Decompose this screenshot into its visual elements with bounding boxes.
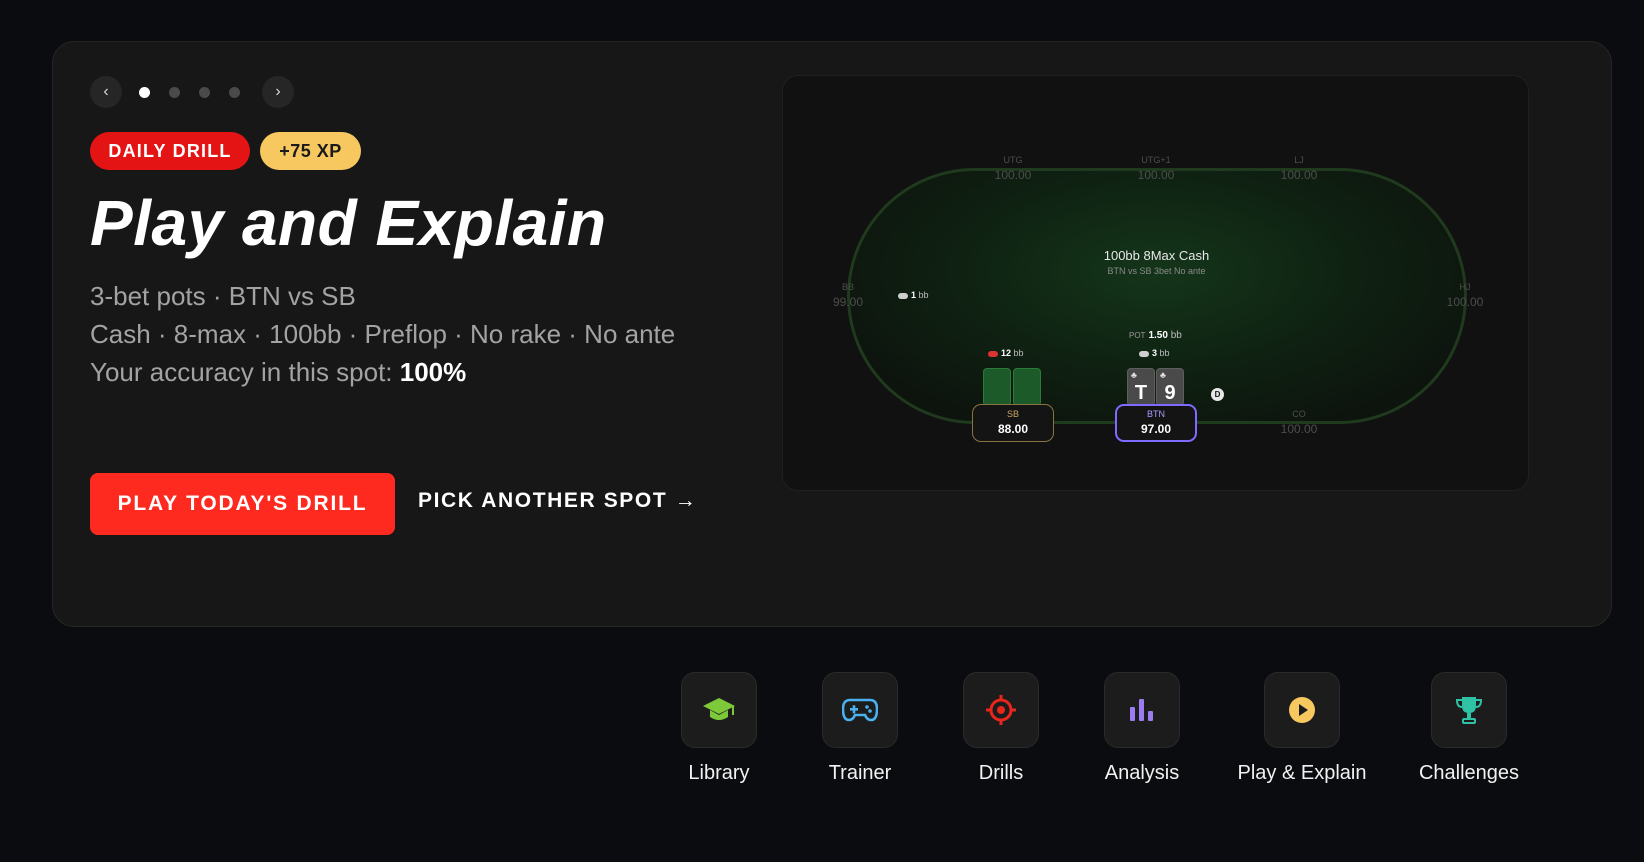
play-todays-drill-button[interactable]: PLAY TODAY'S DRILL [90, 473, 395, 535]
bet-unit: bb [918, 290, 929, 300]
nav-trainer[interactable]: Trainer [785, 672, 935, 785]
sb-bet: 12 bb [988, 348, 1024, 358]
card-rank: 9 [1164, 382, 1176, 404]
bet-amount: 3 [1152, 348, 1158, 358]
seat-position: HJ [1459, 282, 1471, 292]
seat-stack: 100.00 [1280, 168, 1318, 182]
seat-stack: 100.00 [1137, 168, 1175, 182]
bet-unit: bb [1159, 348, 1170, 358]
seat-position: LJ [1294, 155, 1304, 165]
table-title: 100bb 8Max Cash [1103, 248, 1210, 263]
seat-position: UTG [1003, 155, 1023, 165]
seat-position: BB [841, 282, 854, 292]
nav-tile[interactable] [1431, 672, 1507, 748]
nav-tile[interactable] [681, 672, 757, 748]
nav-play-explain[interactable]: Play & Explain [1227, 672, 1377, 785]
nav-label: Challenges [1418, 762, 1520, 784]
spot-line-2: Cash · 8-max · 100bb · Preflop · No rake… [90, 319, 676, 349]
dealer-button-icon: D [1211, 388, 1224, 401]
nav-tile[interactable] [1264, 672, 1340, 748]
seat-position: SB [1006, 409, 1019, 419]
sb-card-back [983, 368, 1011, 406]
carousel-dot-2[interactable] [169, 86, 180, 98]
accuracy-value: 100% [399, 357, 467, 387]
seat-position: CO [1292, 409, 1306, 419]
accuracy-line: Your accuracy in this spot: 100% [90, 353, 675, 391]
bar-chart-icon [1130, 699, 1153, 721]
carousel-controls: ‹ › [90, 76, 294, 108]
gamepad-icon [842, 698, 878, 722]
seat-bb: BB 99.00 [806, 279, 890, 315]
nav-label: Library [688, 762, 750, 784]
badges: DAILY DRILL +75 XP [90, 132, 361, 170]
nav-tile[interactable] [822, 672, 898, 748]
nav-tile[interactable] [963, 672, 1039, 748]
trophy-icon [1455, 697, 1483, 724]
card-rank: T [1134, 382, 1148, 404]
seat-sb: SB 88.00 [972, 404, 1054, 442]
seat-hj: HJ 100.00 [1423, 279, 1507, 315]
pot-label: POT [1129, 331, 1146, 340]
daily-drill-badge: DAILY DRILL [90, 132, 250, 170]
seat-co: CO 100.00 [1257, 406, 1341, 442]
pot-display: POT 1.50 bb [1129, 330, 1182, 341]
spot-line-1: 3-bet pots · BTN vs SB [90, 281, 356, 311]
pot-amount: 1.50 [1148, 330, 1168, 341]
club-suit-icon: ♣ [1160, 370, 1166, 380]
chevron-left-icon: ‹ [103, 83, 109, 100]
seat-stack: 100.00 [994, 168, 1032, 182]
club-suit-icon: ♣ [1131, 370, 1137, 380]
seat-stack: 100.00 [1446, 295, 1484, 309]
seat-position: UTG+1 [1141, 155, 1171, 165]
chip-icon [1139, 350, 1149, 357]
pot-unit: bb [1170, 330, 1182, 341]
sb-card-back [1013, 368, 1041, 406]
poker-table-preview[interactable]: 100bb 8Max Cash BTN vs SB 3bet No ante U… [782, 75, 1529, 491]
hero-card-1: ♣ T [1127, 368, 1155, 406]
hero-description: 3-bet pots · BTN vs SB Cash · 8-max · 10… [90, 277, 675, 391]
nav-label: Analysis [1104, 762, 1180, 784]
hero-card-2: ♣ 9 [1156, 368, 1184, 406]
chip-icon [898, 292, 908, 299]
accuracy-label: Your accuracy in this spot: [90, 357, 400, 387]
nav-analysis[interactable]: Analysis [1067, 672, 1217, 785]
seat-position: BTN [1147, 409, 1165, 419]
bet-amount: 1 [911, 290, 917, 300]
seat-stack: 97.00 [1140, 422, 1172, 436]
carousel-prev-button[interactable]: ‹ [90, 76, 122, 108]
nav-drills[interactable]: Drills [926, 672, 1076, 785]
nav-label: Drills [978, 762, 1024, 784]
chip-icon [988, 350, 998, 357]
bb-bet: 1 bb [898, 290, 929, 300]
carousel-next-button[interactable]: › [262, 76, 294, 108]
nav-library[interactable]: Library [644, 672, 794, 785]
carousel-dot-3[interactable] [199, 86, 210, 98]
table-subtitle: BTN vs SB 3bet No ante [1107, 266, 1206, 276]
pick-another-spot-link[interactable]: PICK ANOTHER SPOT → [418, 489, 697, 513]
seat-utg1: UTG+1 100.00 [1114, 152, 1198, 188]
graduation-cap-icon [703, 698, 735, 720]
seat-stack: 99.00 [832, 295, 864, 309]
seat-stack: 88.00 [997, 422, 1029, 436]
hero-title: Play and Explain [90, 187, 607, 259]
seat-utg: UTG 100.00 [971, 152, 1055, 188]
seat-lj: LJ 100.00 [1257, 152, 1341, 188]
chevron-right-icon: › [275, 83, 281, 100]
xp-badge: +75 XP [260, 132, 361, 170]
bet-unit: bb [1013, 348, 1024, 358]
nav-challenges[interactable]: Challenges [1394, 672, 1544, 785]
btn-bet: 3 bb [1139, 348, 1170, 358]
carousel-dot-4[interactable] [229, 86, 240, 98]
seat-btn: BTN 97.00 [1115, 404, 1197, 442]
seat-stack: 100.00 [1280, 422, 1318, 436]
nav-label: Play & Explain [1237, 762, 1367, 784]
target-icon [986, 695, 1016, 725]
nav-label: Trainer [828, 762, 892, 784]
play-circle-icon [1289, 697, 1315, 723]
carousel-dot-1[interactable] [139, 86, 150, 98]
nav-tile[interactable] [1104, 672, 1180, 748]
bet-amount: 12 [1001, 348, 1012, 358]
